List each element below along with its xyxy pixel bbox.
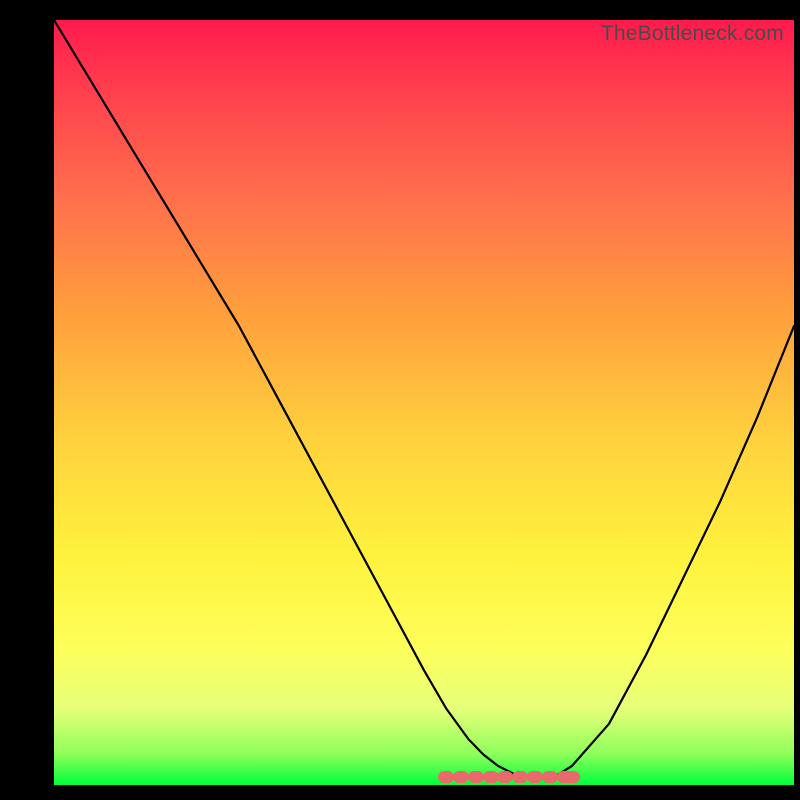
chart-frame: TheBottleneck.com	[0, 0, 800, 800]
plot-area: TheBottleneck.com	[54, 20, 794, 785]
valley-markers	[54, 20, 794, 785]
marker	[438, 771, 454, 783]
marker	[542, 771, 558, 783]
marker	[497, 771, 513, 783]
marker	[483, 771, 499, 783]
marker	[468, 771, 484, 783]
marker	[527, 771, 543, 783]
marker	[564, 771, 580, 783]
marker	[453, 771, 469, 783]
marker	[512, 771, 528, 783]
